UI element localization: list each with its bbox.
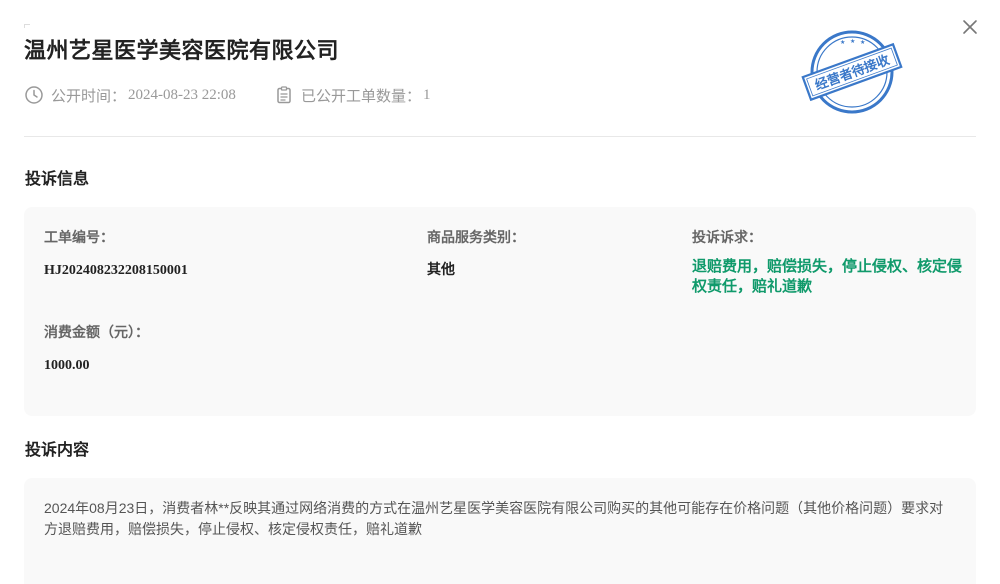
ticket-count-label: 已公开工单数量： [300,88,421,105]
amount-value: 1000.00 [44,358,90,373]
ticket-count: 已公开工单数量： 1 [274,85,431,106]
complaint-demand-label: 投诉诉求： [692,229,762,245]
ticket-count-value: 1 [422,86,431,103]
clipboard-icon [277,86,291,104]
ticket-number-label: 工单编号： [44,229,114,245]
complaint-content-card: 2024年08月23日，消费者林**反映其通过网络消费的方式在温州艺星医学美容医… [24,478,976,584]
ticket-number-field: 工单编号： HJ2024082322081500​01 [44,227,188,281]
complaint-info-heading: 投诉信息 [24,165,91,191]
header-divider [24,136,976,137]
complaint-info-heading-text: 投诉信息 [24,165,91,191]
svg-text:★: ★ [860,39,865,46]
complaint-info-card: 工单编号： HJ2024082322081500​01 商品服务类别： 其他 投… [24,207,976,416]
complaint-demand-field: 投诉诉求： 退赔费用，赔偿损失，停止侵权、核定侵权责任，赔礼道歉 [692,227,962,297]
service-category-label: 商品服务类别： [427,229,525,245]
complaint-content-text: 2024年08月23日，消费者林**反映其通过网络消费的方式在温州艺星医学美容医… [44,500,944,537]
clock-icon [25,86,43,104]
complaint-detail-dialog: 温州艺星医学美容医院有限公司 公开时间： 2024-08-23 22:08 已公… [0,0,1000,584]
amount-label: 消费金额（元）： [44,324,149,340]
company-title: 温州艺星医学美容医院有限公司 [24,39,340,64]
service-category-value: 其他 [427,263,455,278]
publish-time-label: 公开时间： [51,88,127,105]
corner-mark [24,24,30,28]
publish-time: 公开时间： 2024-08-23 22:08 [24,85,236,106]
close-button[interactable] [960,17,980,37]
svg-text:★: ★ [850,38,855,45]
meta-row: 公开时间： 2024-08-23 22:08 已公开工单数量： 1 [24,84,468,106]
stamp-seal-icon: ★ ★ ★ 经营者待接收 [801,30,903,114]
service-category-field: 商品服务类别： 其他 [427,227,525,281]
svg-text:★: ★ [840,39,845,46]
ticket-number-value: HJ2024082322081500​01 [44,263,188,278]
complaint-content-heading: 投诉内容 [24,436,91,462]
publish-time-value: 2024-08-23 22:08 [128,86,236,103]
complaint-content-heading-text: 投诉内容 [24,436,91,462]
amount-field: 消费金额（元）： 1000.00 [44,322,149,376]
complaint-demand-value: 退赔费用，赔偿损失，停止侵权、核定侵权责任，赔礼道歉 [692,258,963,295]
close-icon [963,20,977,34]
